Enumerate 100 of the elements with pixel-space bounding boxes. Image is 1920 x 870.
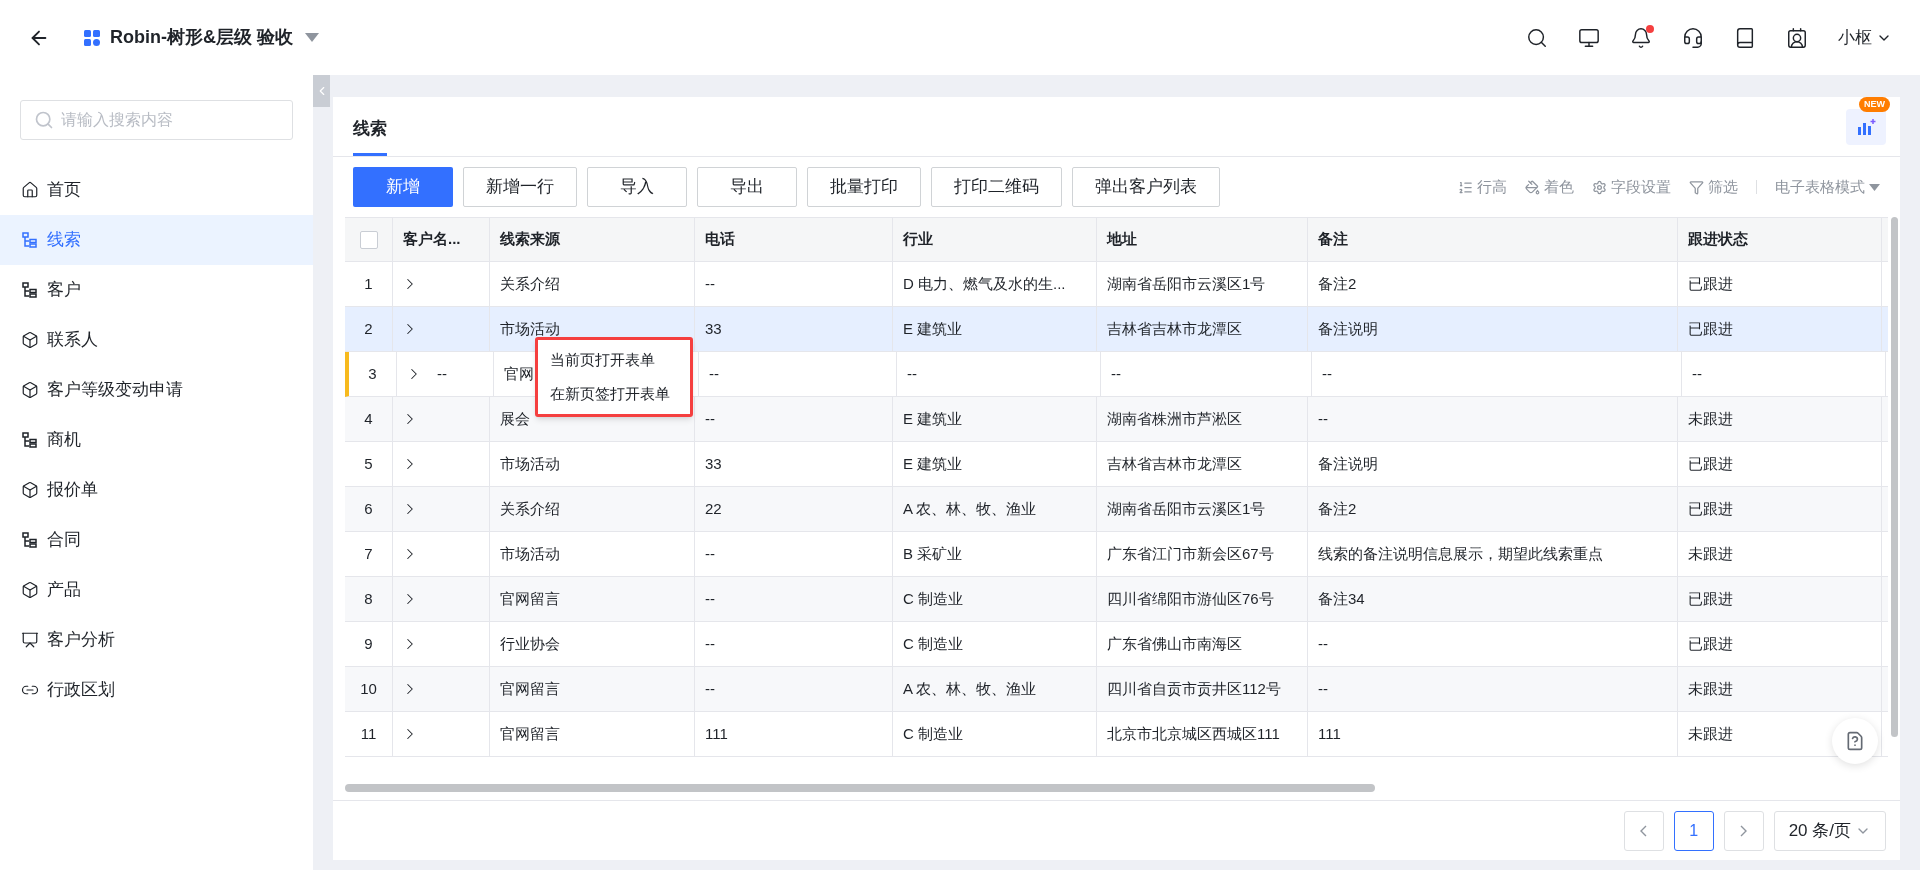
table-row[interactable]: 5 市场活动 33 E 建筑业 吉林省吉林市龙潭区 备注说明 已跟进 bbox=[345, 442, 1888, 487]
table-cell-text: A 农、林、牧、渔业 bbox=[903, 678, 1037, 699]
bell-icon[interactable] bbox=[1630, 26, 1652, 49]
toolbar-button[interactable]: 导出 bbox=[697, 167, 797, 207]
row-number: 8 bbox=[364, 588, 373, 609]
table-row[interactable]: 9 行业协会 -- C 制造业 广东省佛山市南海区 -- 已跟进 bbox=[345, 622, 1888, 667]
table-cell-text: 官网留言 bbox=[500, 588, 560, 609]
table-cell-text: 未跟进 bbox=[1688, 723, 1733, 744]
sidebar-item[interactable]: 客户 bbox=[0, 265, 313, 315]
table-cell-text: 市场活动 bbox=[500, 543, 560, 564]
sidebar-item[interactable]: 合同 bbox=[0, 515, 313, 565]
toolbar-button[interactable]: 打印二维码 bbox=[931, 167, 1062, 207]
toolbar-button[interactable]: 导入 bbox=[587, 167, 687, 207]
column-header[interactable]: 客户名... bbox=[403, 228, 461, 251]
vertical-scrollbar[interactable] bbox=[1891, 217, 1898, 737]
user-menu[interactable]: 小枢 bbox=[1838, 24, 1892, 51]
sidebar-item[interactable]: 线索 bbox=[0, 215, 313, 265]
table-cell-text: 市场活动 bbox=[500, 318, 560, 339]
table-row[interactable]: 10 官网留言 -- A 农、林、牧、渔业 四川省自贡市贡井区112号 -- 未跟进 bbox=[345, 667, 1888, 712]
page-size-select[interactable]: 20 条/页 bbox=[1773, 810, 1886, 851]
sidebar-item[interactable]: 报价单 bbox=[0, 465, 313, 515]
sidebar-item[interactable]: 客户等级变动申请 bbox=[0, 365, 313, 415]
sidebar-item[interactable]: 行政区划 bbox=[0, 665, 313, 715]
table-cell-text: -- bbox=[1318, 678, 1328, 699]
paint-bucket-icon bbox=[1525, 179, 1540, 195]
sidebar-item[interactable]: 产品 bbox=[0, 565, 313, 615]
toolbar-button[interactable]: 新增一行 bbox=[463, 167, 577, 207]
table-cell-text: C 制造业 bbox=[903, 723, 963, 744]
table-cell-text: 官网留言 bbox=[500, 678, 560, 699]
sidebar-item[interactable]: 首页 bbox=[0, 165, 313, 215]
page-button[interactable]: 1 bbox=[1673, 810, 1714, 851]
sidebar-label: 报价单 bbox=[47, 479, 98, 502]
table-cell-text: D 电力、燃气及水的生... bbox=[903, 273, 1066, 294]
table-cell-text: -- bbox=[705, 633, 715, 654]
table-row[interactable]: 11 官网留言 111 C 制造业 北京市北京城区西城区111 111 未跟进 bbox=[345, 712, 1888, 757]
table-cell-text: 已跟进 bbox=[1688, 498, 1733, 519]
settings-icon bbox=[1592, 179, 1607, 195]
cube-icon bbox=[21, 381, 39, 399]
column-header[interactable]: 备注 bbox=[1318, 228, 1348, 251]
column-header[interactable]: 地址 bbox=[1107, 228, 1137, 251]
table-cell-text: 111 bbox=[1318, 723, 1341, 744]
table-cell-text: -- bbox=[1318, 633, 1328, 654]
table-cell-text: -- bbox=[705, 543, 715, 564]
select-all-checkbox[interactable] bbox=[359, 230, 378, 249]
table-cell-text: -- bbox=[709, 363, 719, 384]
table-cell-text: 未跟进 bbox=[1688, 408, 1733, 429]
search-icon[interactable] bbox=[1526, 26, 1548, 49]
table-cell-text: 备注34 bbox=[1318, 588, 1365, 609]
sidebar-label: 客户分析 bbox=[47, 629, 115, 652]
list-icon bbox=[1458, 179, 1473, 195]
table-cell-text: 已跟进 bbox=[1688, 273, 1733, 294]
table-cell-text: -- bbox=[705, 678, 715, 699]
hierarchy-icon bbox=[21, 531, 39, 549]
table-cell-text: 行业协会 bbox=[500, 633, 560, 654]
table-cell-text: 已跟进 bbox=[1688, 588, 1733, 609]
column-header[interactable]: 跟进状态 bbox=[1688, 228, 1748, 251]
sidebar-item[interactable]: 客户分析 bbox=[0, 615, 313, 665]
table-cell-text: -- bbox=[1111, 363, 1121, 384]
chevron-left-icon bbox=[1640, 824, 1648, 837]
table-cell-text: 展会 bbox=[500, 408, 530, 429]
column-header[interactable]: 电话 bbox=[705, 228, 735, 251]
sidebar-label: 线索 bbox=[47, 229, 81, 252]
hierarchy-icon bbox=[21, 431, 39, 449]
toolbar-button[interactable]: 新增 bbox=[353, 167, 453, 207]
table-row[interactable]: 6 关系介绍 22 A 农、林、牧、渔业 湖南省岳阳市云溪区1号 备注2 已跟进 bbox=[345, 487, 1888, 532]
table-cell-text: -- bbox=[1692, 363, 1702, 384]
chart-button[interactable] bbox=[1846, 109, 1886, 145]
column-header[interactable]: 行业 bbox=[903, 228, 933, 251]
table-cell-text: 关系介绍 bbox=[500, 273, 560, 294]
table-cell-text: 22 bbox=[705, 498, 722, 519]
toolbar-button[interactable]: 批量打印 bbox=[807, 167, 921, 207]
horizontal-scrollbar[interactable] bbox=[345, 784, 1375, 792]
table-cell-text: 备注说明 bbox=[1318, 453, 1378, 474]
table-cell-text: 湖南省株洲市芦淞区 bbox=[1107, 408, 1242, 429]
book-icon[interactable] bbox=[1734, 26, 1756, 49]
table-row[interactable]: 8 官网留言 -- C 制造业 四川省绵阳市游仙区76号 备注34 已跟进 bbox=[345, 577, 1888, 622]
caret-icon[interactable] bbox=[305, 33, 319, 42]
row-number: 1 bbox=[364, 273, 373, 294]
sidebar-item[interactable]: 商机 bbox=[0, 415, 313, 465]
table-cell-text: 吉林省吉林市龙潭区 bbox=[1107, 453, 1242, 474]
headset-icon[interactable] bbox=[1682, 26, 1704, 49]
table-row[interactable]: 7 市场活动 -- B 采矿业 广东省江门市新会区67号 线索的备注说明信息展示，期望此线索重点 未跟进 bbox=[345, 532, 1888, 577]
search-field[interactable]: 请输入搜索内容 bbox=[20, 100, 293, 140]
sidebar-item[interactable]: 联系人 bbox=[0, 315, 313, 365]
toolbar-button[interactable]: 弹出客户列表 bbox=[1072, 167, 1220, 207]
sidebar-label: 联系人 bbox=[47, 329, 98, 352]
monitor-icon[interactable] bbox=[1578, 26, 1600, 49]
table-row[interactable]: 2 市场活动 33 E 建筑业 吉林省吉林市龙潭区 备注说明 已跟进 bbox=[345, 307, 1888, 352]
column-header[interactable]: 线索来源 bbox=[500, 228, 560, 251]
sidebar-label: 产品 bbox=[47, 579, 81, 602]
row-number: 7 bbox=[364, 543, 373, 564]
sidebar-label: 首页 bbox=[47, 179, 81, 202]
table-cell-text: C 制造业 bbox=[903, 633, 963, 654]
cube-icon bbox=[21, 481, 39, 499]
table-cell-text: 湖南省岳阳市云溪区1号 bbox=[1107, 273, 1266, 294]
presentation-icon bbox=[21, 631, 39, 649]
contact-card-icon[interactable] bbox=[1786, 26, 1808, 49]
table-row[interactable]: 1 关系介绍 -- D 电力、燃气及水的生... 湖南省岳阳市云溪区1号 备注2 已跟进 bbox=[345, 262, 1888, 307]
collapse-handle[interactable] bbox=[313, 75, 330, 107]
page-tab[interactable]: 线索 bbox=[353, 115, 387, 156]
